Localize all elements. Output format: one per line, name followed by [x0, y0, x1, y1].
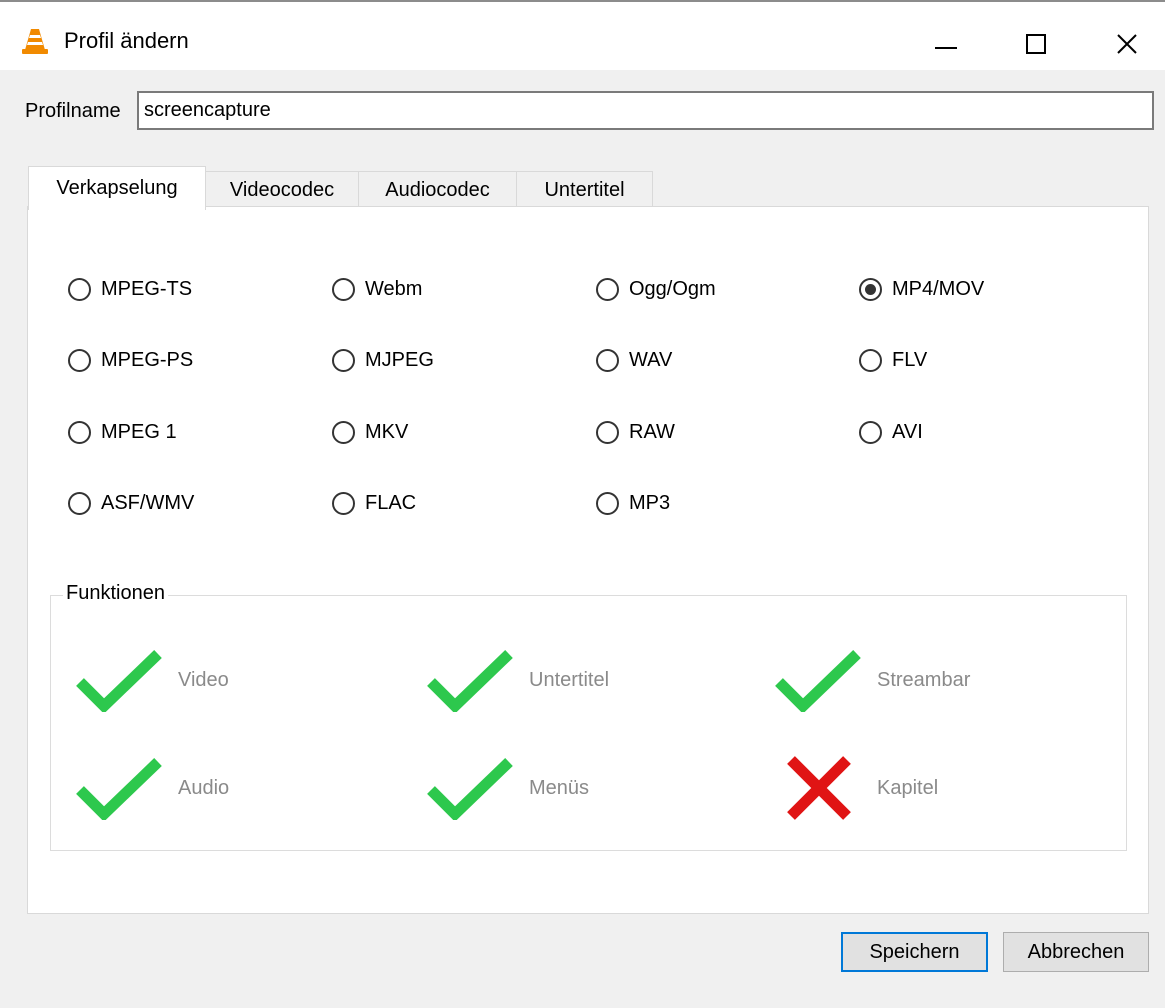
radio-label: MP4/MOV: [892, 278, 985, 300]
radio-option[interactable]: Webm: [332, 278, 422, 301]
radio-option[interactable]: FLV: [859, 349, 927, 372]
radio-unchecked-icon: [596, 421, 619, 444]
tab-audiocodec[interactable]: Audiocodec: [358, 171, 517, 209]
radio-unchecked-icon: [68, 492, 91, 515]
radio-label: MP3: [629, 492, 671, 514]
radio-label: ASF/WMV: [101, 492, 195, 514]
check-icon: [76, 758, 162, 820]
tab-untertitel[interactable]: Untertitel: [516, 171, 653, 209]
feature-item: Audio: [76, 756, 229, 820]
feature-label: Audio: [178, 776, 230, 799]
radio-checked-icon: [859, 278, 882, 301]
feature-label: Kapitel: [877, 776, 939, 799]
radio-unchecked-icon: [332, 349, 355, 372]
feature-item: Kapitel: [775, 756, 938, 820]
profile-name-label: Profilname: [25, 100, 121, 122]
encapsulation-panel: MPEG-TS Webm Ogg/Ogm MP4/MOV MPEG-PS MJPEG WAV…: [27, 206, 1149, 914]
radio-unchecked-icon: [859, 421, 882, 444]
radio-label: MPEG-PS: [101, 349, 194, 371]
window-title: Profil ändern: [64, 28, 189, 53]
radio-label: MPEG-TS: [101, 278, 193, 300]
feature-label: Untertitel: [529, 668, 610, 691]
window-top-border: [0, 0, 1165, 7]
radio-label: AVI: [892, 421, 923, 443]
radio-option[interactable]: MKV: [332, 421, 408, 444]
cross-icon: [787, 756, 851, 820]
radio-unchecked-icon: [859, 349, 882, 372]
check-icon: [427, 758, 513, 820]
check-icon: [76, 650, 162, 712]
radio-unchecked-icon: [332, 278, 355, 301]
radio-option[interactable]: WAV: [596, 349, 672, 372]
radio-option[interactable]: AVI: [859, 421, 923, 444]
radio-unchecked-icon: [68, 349, 91, 372]
check-icon: [427, 650, 513, 712]
radio-label: Webm: [365, 278, 423, 300]
check-icon: [775, 650, 861, 712]
radio-label: WAV: [629, 349, 673, 371]
minimize-button[interactable]: [900, 14, 992, 74]
radio-unchecked-icon: [596, 349, 619, 372]
feature-item: Streambar: [775, 648, 970, 712]
radio-option[interactable]: MPEG-TS: [68, 278, 192, 301]
vlc-cone-icon: [22, 29, 48, 54]
radio-option[interactable]: MJPEG: [332, 349, 434, 372]
close-icon: [1117, 34, 1137, 54]
radio-label: Ogg/Ogm: [629, 278, 716, 300]
radio-option[interactable]: Ogg/Ogm: [596, 278, 716, 301]
radio-label: FLV: [892, 349, 928, 371]
radio-label: MKV: [365, 421, 409, 443]
feature-item: Video: [76, 648, 229, 712]
radio-unchecked-icon: [332, 421, 355, 444]
radio-option[interactable]: FLAC: [332, 492, 416, 515]
radio-unchecked-icon: [596, 278, 619, 301]
radio-option[interactable]: ASF/WMV: [68, 492, 194, 515]
radio-unchecked-icon: [596, 492, 619, 515]
minimize-icon: [935, 47, 957, 49]
functions-title: Funktionen: [63, 582, 168, 605]
feature-item: Menüs: [427, 756, 589, 820]
functions-group: Funktionen Video Untertitel Streambar Audio…: [50, 582, 1127, 851]
radio-option[interactable]: MPEG-PS: [68, 349, 193, 372]
radio-option[interactable]: MP3: [596, 492, 670, 515]
radio-unchecked-icon: [332, 492, 355, 515]
close-button[interactable]: [1081, 14, 1165, 74]
radio-label: MJPEG: [365, 349, 434, 371]
radio-label: MPEG 1: [101, 421, 177, 443]
maximize-icon: [1026, 34, 1046, 54]
feature-item: Untertitel: [427, 648, 609, 712]
radio-unchecked-icon: [68, 421, 91, 444]
radio-label: FLAC: [365, 492, 417, 514]
radio-unchecked-icon: [68, 278, 91, 301]
feature-label: Video: [178, 668, 229, 691]
maximize-button[interactable]: [990, 14, 1082, 74]
feature-label: Streambar: [877, 668, 971, 691]
radio-label: RAW: [629, 421, 675, 443]
profile-name-input[interactable]: [137, 91, 1154, 130]
title-bar: Profil ändern: [0, 7, 1165, 70]
tab-videocodec[interactable]: Videocodec: [205, 171, 359, 209]
radio-option[interactable]: MP4/MOV: [859, 278, 984, 301]
radio-option[interactable]: MPEG 1: [68, 421, 177, 444]
tab-verkapselung[interactable]: Verkapselung: [28, 166, 206, 210]
save-button[interactable]: Speichern: [841, 932, 988, 972]
cancel-button[interactable]: Abbrechen: [1003, 932, 1149, 972]
feature-label: Menüs: [529, 776, 590, 799]
radio-option[interactable]: RAW: [596, 421, 675, 444]
